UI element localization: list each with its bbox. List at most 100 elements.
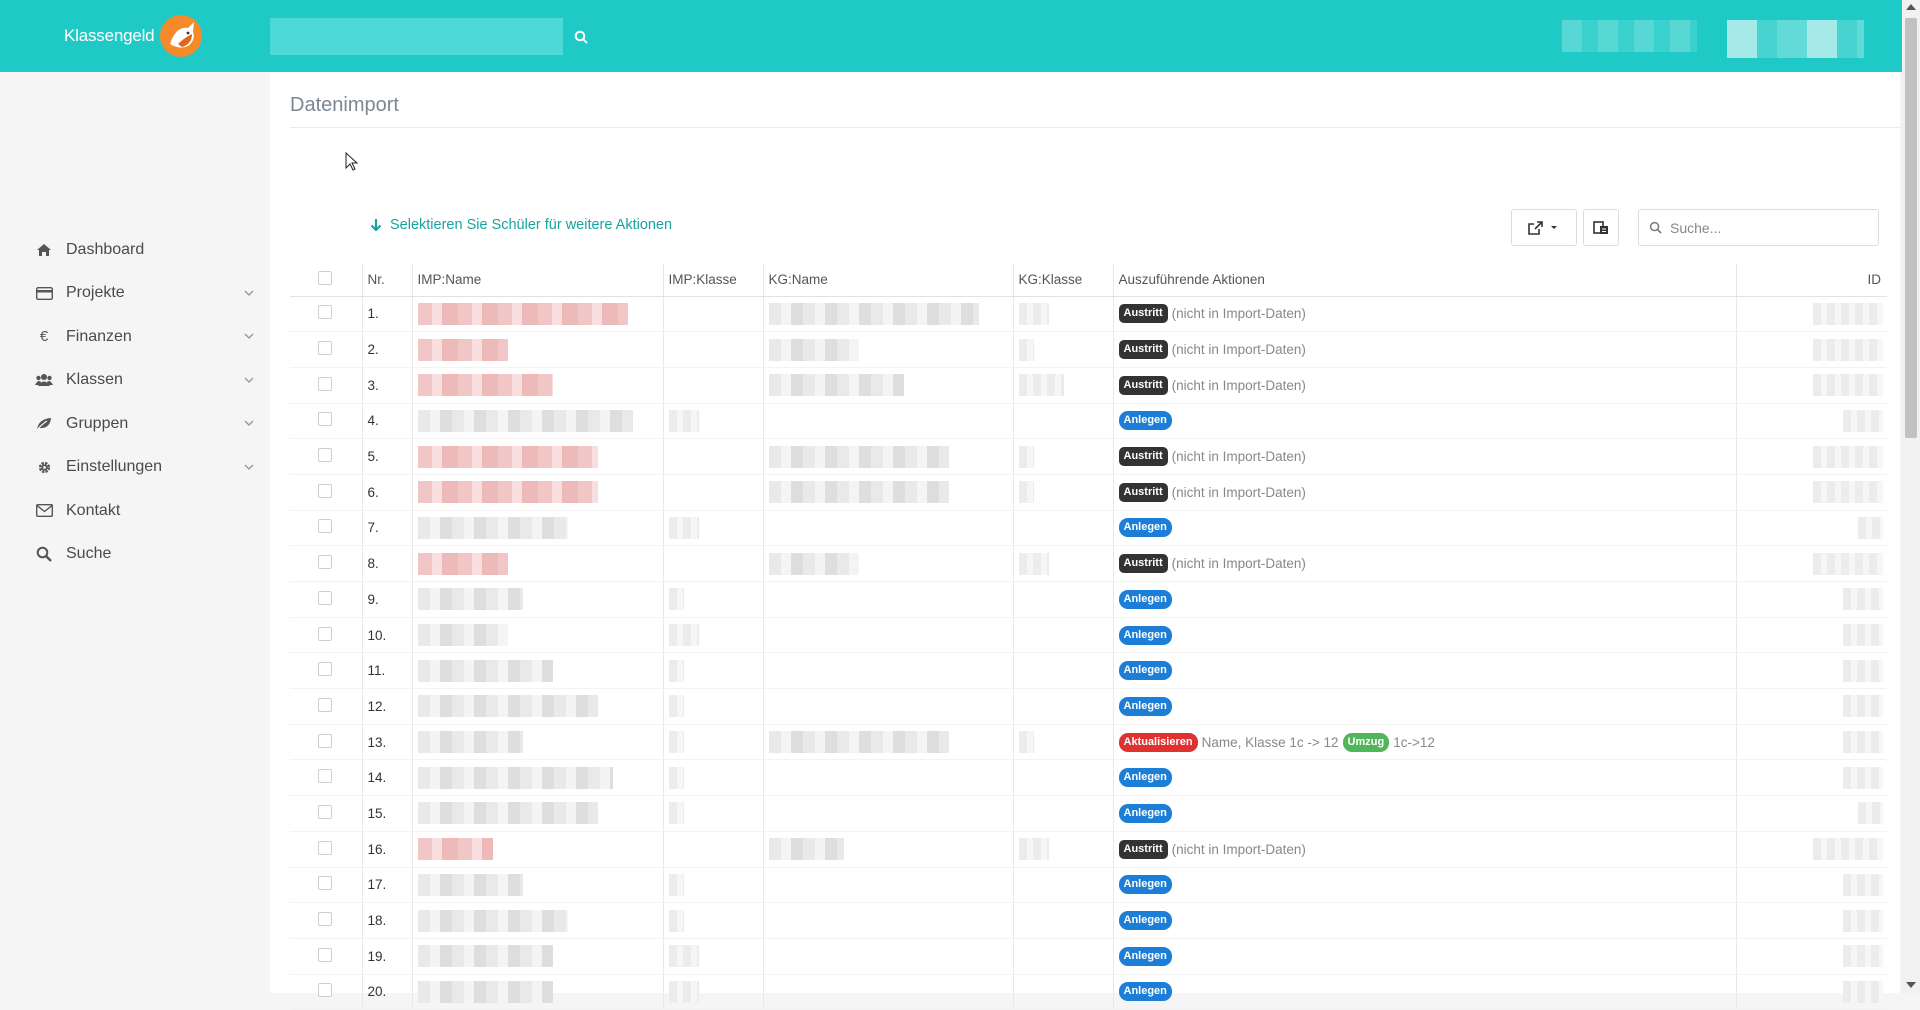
- row-checkbox[interactable]: [318, 662, 332, 677]
- table-row[interactable]: 4. Anlegen: [290, 403, 1887, 440]
- row-checkbox[interactable]: [318, 804, 332, 819]
- row-checkbox[interactable]: [318, 305, 332, 320]
- cell-imp-klasse: [662, 367, 763, 404]
- table-row[interactable]: 15. Anlegen: [290, 795, 1887, 832]
- row-select-cell: [290, 367, 362, 404]
- anlegen-badge: Anlegen: [1118, 589, 1172, 609]
- table-row[interactable]: 17. Anlegen: [290, 867, 1887, 904]
- cell-id: [1735, 902, 1887, 939]
- user-menu-redacted[interactable]: [1727, 20, 1864, 58]
- cell-kg-klasse: [1012, 902, 1113, 939]
- row-checkbox[interactable]: [318, 483, 332, 498]
- col-header-kg-name[interactable]: KG:Name: [762, 264, 1013, 297]
- redacted-id: [1858, 516, 1883, 539]
- row-number: 2.: [367, 342, 379, 358]
- export-dropdown-button[interactable]: [1511, 209, 1577, 246]
- row-checkbox[interactable]: [318, 519, 332, 534]
- table-row[interactable]: 16. Austritt (nicht in Import-Daten): [290, 831, 1887, 868]
- sidebar-item-dashboard[interactable]: Dashboard: [0, 228, 270, 272]
- table-row[interactable]: 2. Austritt (nicht in Import-Daten): [290, 331, 1887, 368]
- row-checkbox[interactable]: [318, 769, 332, 784]
- cell-nr: 7.: [361, 510, 412, 547]
- table-search[interactable]: [1638, 209, 1879, 246]
- cell-nr: 1.: [361, 296, 412, 333]
- table-row[interactable]: 18. Anlegen: [290, 902, 1887, 939]
- row-checkbox[interactable]: [318, 876, 332, 891]
- select-students-hint[interactable]: Selektieren Sie Schüler für weitere Akti…: [370, 217, 672, 233]
- redacted-kg-klasse: [1018, 374, 1064, 397]
- redacted-imp-name: [417, 980, 553, 1003]
- row-checkbox[interactable]: [318, 983, 332, 998]
- row-checkbox[interactable]: [318, 376, 332, 391]
- row-checkbox[interactable]: [318, 590, 332, 605]
- row-number: 6.: [367, 484, 379, 500]
- table-row[interactable]: 10. Anlegen: [290, 617, 1887, 654]
- logo[interactable]: Klassengeld: [64, 14, 204, 58]
- sidebar-item-label: Projekte: [66, 284, 125, 302]
- cell-actions: Anlegen: [1112, 902, 1736, 939]
- users-icon: [35, 371, 53, 389]
- cell-nr: 8.: [361, 545, 412, 582]
- cell-kg-klasse: [1012, 545, 1113, 582]
- table-row[interactable]: 14. Anlegen: [290, 759, 1887, 797]
- cell-kg-klasse: [1012, 581, 1113, 618]
- table-row[interactable]: 1. Austritt (nicht in Import-Daten): [290, 296, 1887, 333]
- redacted-imp-klasse: [668, 731, 684, 754]
- select-all-checkbox[interactable]: [318, 271, 332, 286]
- cell-kg-klasse: [1012, 974, 1113, 1010]
- cell-imp-name: [411, 367, 663, 404]
- col-header-imp-klasse[interactable]: IMP:Klasse: [662, 264, 763, 297]
- row-checkbox[interactable]: [318, 448, 332, 463]
- table-row[interactable]: 7. Anlegen: [290, 510, 1887, 547]
- table-row[interactable]: 19. Anlegen: [290, 938, 1887, 975]
- col-header-actions[interactable]: Auszuführende Aktionen: [1112, 264, 1736, 297]
- row-checkbox[interactable]: [318, 412, 332, 427]
- column-toggle-button[interactable]: [1583, 209, 1619, 246]
- chevron-down-icon: [244, 420, 254, 426]
- cell-kg-name: [762, 617, 1013, 654]
- row-checkbox[interactable]: [318, 947, 332, 962]
- table-row[interactable]: 13. Aktualisieren Name, Klasse 1c -> 12 Umz…: [290, 724, 1887, 761]
- col-header-nr[interactable]: Nr.: [361, 264, 412, 297]
- table-row[interactable]: 3. Austritt (nicht in Import-Daten): [290, 367, 1887, 404]
- sidebar-item-projekte[interactable]: Projekte: [0, 272, 270, 316]
- table-row[interactable]: 8. Austritt (nicht in Import-Daten): [290, 545, 1887, 582]
- table-row[interactable]: 12. Anlegen: [290, 688, 1887, 725]
- row-checkbox[interactable]: [318, 555, 332, 570]
- scroll-down-arrow-icon[interactable]: [1906, 982, 1916, 988]
- cell-id: [1735, 331, 1887, 368]
- row-checkbox[interactable]: [318, 912, 332, 927]
- scrollbar-thumb[interactable]: [1905, 18, 1917, 438]
- sidebar-item-gruppen[interactable]: Gruppen: [0, 402, 270, 446]
- row-checkbox[interactable]: [318, 697, 332, 712]
- sidebar-item-kontakt[interactable]: Kontakt: [0, 489, 270, 533]
- table-row[interactable]: 5. Austritt (nicht in Import-Daten): [290, 438, 1887, 475]
- action-note: 1c->12: [1393, 734, 1435, 750]
- col-header-id[interactable]: ID: [1735, 264, 1887, 297]
- redacted-kg-name: [768, 731, 949, 754]
- cell-id: [1735, 688, 1887, 725]
- cell-imp-name: [411, 617, 663, 654]
- global-search-button[interactable]: [565, 18, 597, 55]
- sidebar-item-einstellungen[interactable]: Einstellungen: [0, 446, 270, 490]
- row-checkbox[interactable]: [318, 840, 332, 855]
- global-search-input[interactable]: [270, 18, 563, 55]
- col-header-kg-klasse[interactable]: KG:Klasse: [1012, 264, 1113, 297]
- table-row[interactable]: 9. Anlegen: [290, 581, 1887, 618]
- row-checkbox[interactable]: [318, 626, 332, 641]
- table-row[interactable]: 20. Anlegen: [290, 974, 1887, 1010]
- col-header-imp-name[interactable]: IMP:Name: [411, 264, 663, 297]
- austritt-badge: Austritt: [1118, 375, 1168, 395]
- home-icon: [35, 241, 53, 259]
- cell-actions: Anlegen: [1112, 938, 1736, 975]
- table-row[interactable]: 6. Austritt (nicht in Import-Daten): [290, 474, 1887, 511]
- sidebar-item-suche[interactable]: Suche: [0, 533, 270, 577]
- row-checkbox[interactable]: [318, 341, 332, 356]
- scroll-up-arrow-icon[interactable]: [1906, 4, 1916, 10]
- sidebar-item-finanzen[interactable]: € Finanzen: [0, 315, 270, 359]
- sidebar-item-klassen[interactable]: Klassen: [0, 359, 270, 403]
- euro-icon: €: [39, 328, 49, 346]
- table-row[interactable]: 11. Anlegen: [290, 652, 1887, 690]
- row-checkbox[interactable]: [318, 733, 332, 748]
- table-search-input[interactable]: [1670, 219, 1860, 236]
